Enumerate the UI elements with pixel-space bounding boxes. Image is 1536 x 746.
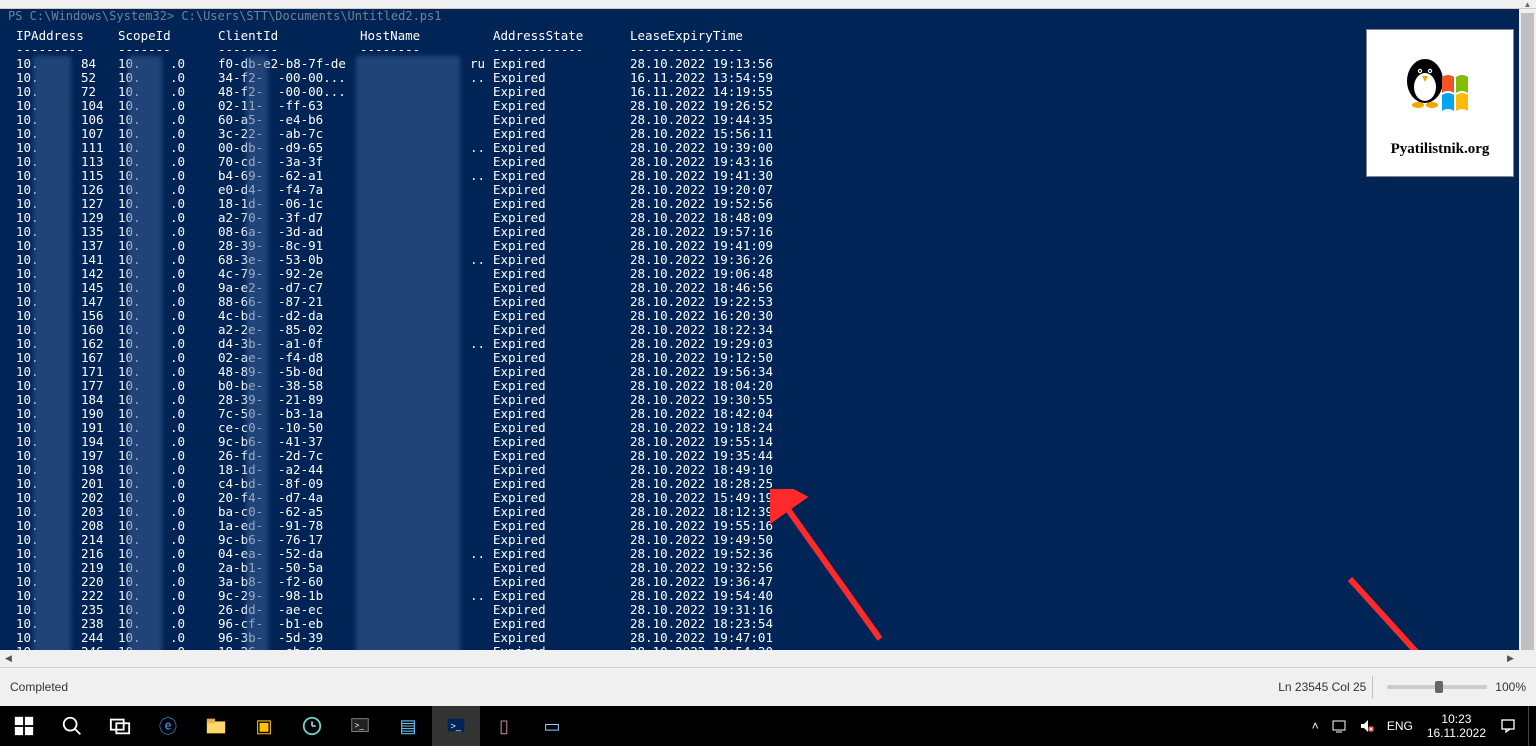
table-row: 10.10410..002-11--ff-63Expired28.10.2022… — [8, 99, 1528, 113]
taskbar-app-generic2[interactable]: ▤ — [384, 706, 432, 746]
table-row: 10.16010..0a2-2e--85-02Expired28.10.2022… — [8, 323, 1528, 337]
scroll-corner — [1519, 650, 1536, 667]
table-row: 10.20110..0c4-bd--8f-09Expired28.10.2022… — [8, 477, 1528, 491]
taskbar-app-powershell-ise[interactable]: >_ — [432, 706, 480, 746]
table-row: 10.17110..048-89--5b-0dExpired28.10.2022… — [8, 365, 1528, 379]
table-row: 10.11110..000-db--d9-65..Expired28.10.20… — [8, 141, 1528, 155]
table-row: 10.12910..0a2-70--3f-d7Expired28.10.2022… — [8, 211, 1528, 225]
window-titlebar: ▲ — [0, 0, 1536, 9]
cursor-position: Ln 23545 Col 25 — [1278, 680, 1366, 694]
table-row: 10.23510..026-dd--ae-ecExpired28.10.2022… — [8, 603, 1528, 617]
table-row: 10.10710..03c-22--ab-7cExpired28.10.2022… — [8, 127, 1528, 141]
table-row: 10.12610..0e0-d4--f4-7aExpired28.10.2022… — [8, 183, 1528, 197]
table-row: 10.16210..0d4-3b--a1-0f..Expired28.10.20… — [8, 337, 1528, 351]
table-row: 10.14110..068-3e--53-0b..Expired28.10.20… — [8, 253, 1528, 267]
table-row: 10.5210..034-f2--00-00.....Expired16.11.… — [8, 71, 1528, 85]
scroll-up-arrow[interactable]: ▲ — [1519, 0, 1536, 9]
table-row: 10.14210..04c-79--92-2eExpired28.10.2022… — [8, 267, 1528, 281]
scroll-right-button[interactable]: ▶ — [1502, 650, 1519, 667]
svg-text:>_: >_ — [355, 721, 365, 730]
taskbar-app-generic1[interactable]: ▣ — [240, 706, 288, 746]
watermark-text: Pyatilistnik.org — [1391, 141, 1490, 158]
table-row: 10.8410..0f0-db-e2-b8-7f-deruExpired28.1… — [8, 57, 1528, 71]
taskbar-app-generic4[interactable]: ▭ — [528, 706, 576, 746]
table-row: 10.15610..04c-bd--d2-daExpired28.10.2022… — [8, 309, 1528, 323]
tray-network-icon[interactable] — [1325, 706, 1353, 746]
taskbar-app-ie[interactable]: ⓔ — [144, 706, 192, 746]
table-row: 10.7210..048-f2--00-00...Expired16.11.20… — [8, 85, 1528, 99]
powershell-output-pane[interactable]: PS C:\Windows\System32> C:\Users\STT\Doc… — [0, 9, 1536, 667]
show-desktop-button[interactable] — [1528, 706, 1536, 746]
zoom-slider[interactable] — [1387, 685, 1487, 689]
table-row: 10.12710..018-1d--06-1cExpired28.10.2022… — [8, 197, 1528, 211]
tray-language[interactable]: ENG — [1381, 706, 1419, 746]
scroll-thumb[interactable] — [1521, 13, 1534, 653]
task-view-button[interactable] — [96, 706, 144, 746]
table-row: 10.20310..0ba-c0--62-a5Expired28.10.2022… — [8, 505, 1528, 519]
tray-clock[interactable]: 10:23 16.11.2022 — [1419, 712, 1494, 740]
table-row: 10.13510..008-6a--3d-adExpired28.10.2022… — [8, 225, 1528, 239]
taskbar-app-generic3[interactable]: ▯ — [480, 706, 528, 746]
table-row: 10.16710..002-ae--f4-d8Expired28.10.2022… — [8, 351, 1528, 365]
table-row: 10.22210..09c-29--98-1b..Expired28.10.20… — [8, 589, 1528, 603]
table-row: 10.24410..096-3b--5d-39Expired28.10.2022… — [8, 631, 1528, 645]
table-row: 10.11510..0b4-69--62-a1..Expired28.10.20… — [8, 169, 1528, 183]
watermark-logo: Pyatilistnik.org — [1366, 29, 1514, 177]
table-row: 10.18410..028-39--21-89Expired28.10.2022… — [8, 393, 1528, 407]
table-row: 10.21410..09c-b6--76-17Expired28.10.2022… — [8, 533, 1528, 547]
taskbar-app-explorer[interactable] — [192, 706, 240, 746]
column-underline: ----------------------------------------… — [8, 43, 1528, 57]
table-row: 10.20210..020-f4--d7-4aExpired28.10.2022… — [8, 491, 1528, 505]
table-row: 10.19810..018-1d--a2-44Expired28.10.2022… — [8, 463, 1528, 477]
table-row: 10.20810..01a-ed--91-78Expired28.10.2022… — [8, 519, 1528, 533]
zoom-level: 100% — [1495, 680, 1526, 694]
table-row: 10.22010..03a-b8--f2-60Expired28.10.2022… — [8, 575, 1528, 589]
table-row: 10.19010..07c-50--b3-1aExpired28.10.2022… — [8, 407, 1528, 421]
tray-action-center-icon[interactable] — [1494, 706, 1522, 746]
svg-text:>_: >_ — [451, 721, 462, 731]
table-row: 10.13710..028-39--8c-91Expired28.10.2022… — [8, 239, 1528, 253]
zoom-knob[interactable] — [1435, 681, 1443, 693]
status-bar: Completed Ln 23545 Col 25 100% — [0, 667, 1536, 706]
table-row: 10.14510..09a-e2--d7-c7Expired28.10.2022… — [8, 281, 1528, 295]
table-row: 10.19410..09c-b6--41-37Expired28.10.2022… — [8, 435, 1528, 449]
prompt-line: PS C:\Windows\System32> C:\Users\STT\Doc… — [8, 9, 1528, 23]
column-headers: IPAddressScopeIdClientIdHostNameAddressS… — [8, 29, 1528, 43]
tray-expand-icon[interactable]: ˄ — [1306, 706, 1325, 746]
vertical-scrollbar[interactable] — [1519, 9, 1536, 667]
table-row: 10.10610..060-a5--e4-b6Expired28.10.2022… — [8, 113, 1528, 127]
taskbar-app-cmd[interactable]: >_ — [336, 706, 384, 746]
search-button[interactable] — [48, 706, 96, 746]
table-row: 10.17710..0b0-be--38-58Expired28.10.2022… — [8, 379, 1528, 393]
horizontal-scrollbar[interactable]: ◀ ▶ — [0, 650, 1519, 667]
table-row: 10.19110..0ce-c0--10-50Expired28.10.2022… — [8, 421, 1528, 435]
hscroll-track[interactable] — [17, 650, 1502, 667]
taskbar-app-clock[interactable] — [288, 706, 336, 746]
tray-time: 10:23 — [1427, 712, 1486, 726]
taskbar: ⓔ ▣ >_ ▤ >_ ▯ ▭ ˄ ENG 10:23 16.11.2022 — [0, 706, 1536, 746]
tray-date: 16.11.2022 — [1427, 726, 1486, 740]
table-row: 10.21910..02a-b1--50-5aExpired28.10.2022… — [8, 561, 1528, 575]
table-row: 10.11310..070-cd--3a-3fExpired28.10.2022… — [8, 155, 1528, 169]
table-row: 10.23810..096-cf--b1-ebExpired28.10.2022… — [8, 617, 1528, 631]
scroll-left-button[interactable]: ◀ — [0, 650, 17, 667]
table-row: 10.21610..004-ea--52-da..Expired28.10.20… — [8, 547, 1528, 561]
status-text: Completed — [10, 680, 68, 694]
tray-volume-icon[interactable] — [1353, 706, 1381, 746]
start-button[interactable] — [0, 706, 48, 746]
table-row: 10.19710..026-fd--2d-7cExpired28.10.2022… — [8, 449, 1528, 463]
table-row: 10.14710..088-66--87-21Expired28.10.2022… — [8, 295, 1528, 309]
